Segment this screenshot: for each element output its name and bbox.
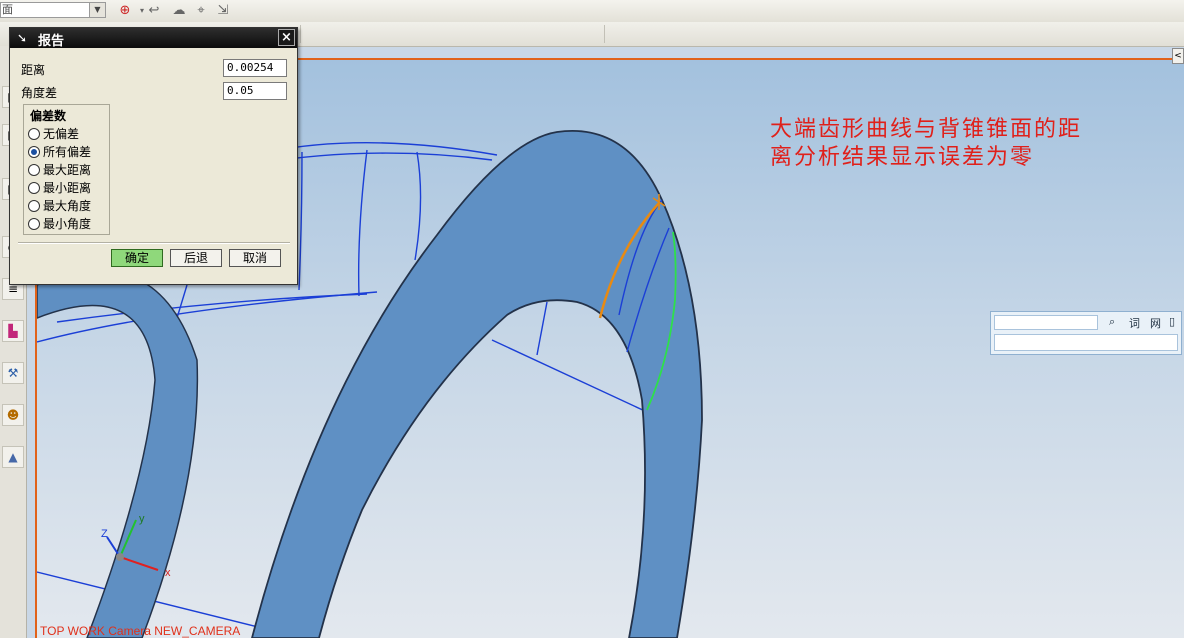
dialog-titlebar[interactable]: ➘ 报告 ×	[10, 28, 297, 49]
dictionary-result	[994, 334, 1178, 351]
chevron-down-icon[interactable]: ▼	[89, 3, 105, 17]
radio-button-selected-icon[interactable]	[28, 146, 40, 158]
undo-icon[interactable]: ↩	[145, 2, 163, 20]
dialog-title: 报告	[38, 34, 65, 49]
cancel-button[interactable]: 取消	[229, 249, 281, 267]
toolbar-separator	[300, 25, 301, 43]
wire-line	[491, 339, 648, 413]
roles-icon[interactable]: ☻	[2, 404, 24, 426]
triad-origin	[116, 553, 124, 561]
search-icon[interactable]: ⌕	[1109, 315, 1115, 329]
triad-y-label: y	[139, 513, 145, 525]
radio-label: 所有偏差	[43, 145, 92, 159]
back-button[interactable]: 后退	[170, 249, 222, 267]
angle-field[interactable]: 0.05	[223, 82, 287, 100]
distance-label: 距离	[21, 63, 46, 77]
radio-button-icon[interactable]	[28, 182, 40, 194]
dictionary-widget: ⌕ 词 网 ▯	[990, 311, 1182, 355]
document-icon[interactable]: ▯	[1169, 315, 1175, 328]
analysis-annotation: 大端齿形曲线与背锥锥面的距 离分析结果显示误差为零	[770, 117, 1083, 170]
wire-line	[536, 301, 548, 356]
wire-curve	[298, 151, 303, 291]
process-studio-icon[interactable]: ⚒	[2, 362, 24, 384]
radio-no-deviation[interactable]: 无偏差	[28, 126, 79, 143]
angle-label: 角度差	[21, 86, 58, 100]
shape-icon[interactable]: ☁	[170, 2, 188, 20]
selection-filter-combo[interactable]: 面 ▼	[0, 2, 106, 18]
distance-field[interactable]: 0.00254	[223, 59, 287, 77]
radio-min-angle[interactable]: 最小角度	[28, 216, 91, 233]
radio-button-icon[interactable]	[28, 164, 40, 176]
radio-button-icon[interactable]	[28, 128, 40, 140]
system-scene-icon[interactable]: ▲	[2, 446, 24, 468]
main-gear-ring	[251, 130, 703, 638]
dict-link-web[interactable]: 网	[1150, 315, 1161, 331]
palette-icon[interactable]: ▙	[2, 320, 24, 342]
snap-point-icon[interactable]: ⊕	[116, 2, 134, 20]
radio-min-distance[interactable]: 最小距离	[28, 180, 91, 197]
transform-icon[interactable]: ⌖	[192, 2, 210, 20]
top-toolbar: 面 ▼ ⊕ ▾ ↩ ☁ ⌖ ⇲	[0, 0, 1184, 23]
radio-label: 无偏差	[43, 127, 80, 141]
radio-button-icon[interactable]	[28, 200, 40, 212]
deviation-group: 偏差数 无偏差 所有偏差 最大距离 最小距离 最大角度 最小角度	[23, 104, 110, 235]
triad-z-label: Z	[101, 528, 108, 540]
deviation-group-title: 偏差数	[30, 109, 67, 123]
radio-max-angle[interactable]: 最大角度	[28, 198, 91, 215]
radio-label: 最小距离	[43, 181, 92, 195]
radio-label: 最大角度	[43, 199, 92, 213]
report-dialog: ➘ 报告 × 距离 0.00254 角度差 0.05 偏差数 无偏差 所有偏差 …	[9, 27, 298, 285]
wire-curve	[414, 151, 422, 261]
radio-all-deviation[interactable]: 所有偏差	[28, 144, 91, 161]
dictionary-input[interactable]	[994, 315, 1098, 330]
triad-x-label: x	[165, 567, 171, 579]
close-icon[interactable]: ×	[278, 29, 295, 46]
dialog-separator	[18, 242, 290, 244]
dict-link-word[interactable]: 词	[1129, 315, 1140, 331]
ok-button[interactable]: 确定	[111, 249, 163, 267]
move-icon[interactable]: ⇲	[214, 2, 232, 20]
chevron-left-icon[interactable]: <	[1172, 48, 1184, 64]
selection-filter-value: 面	[2, 3, 13, 16]
radio-max-distance[interactable]: 最大距离	[28, 162, 91, 179]
radio-label: 最大距离	[43, 163, 92, 177]
radio-label: 最小角度	[43, 217, 92, 231]
pointer-icon: ➘	[16, 31, 28, 45]
wire-curve	[357, 149, 368, 297]
radio-button-icon[interactable]	[28, 218, 40, 230]
view-label: TOP WORK Camera NEW_CAMERA	[40, 624, 241, 638]
toolbar-separator	[604, 25, 605, 43]
left-gear-ring	[37, 270, 199, 638]
